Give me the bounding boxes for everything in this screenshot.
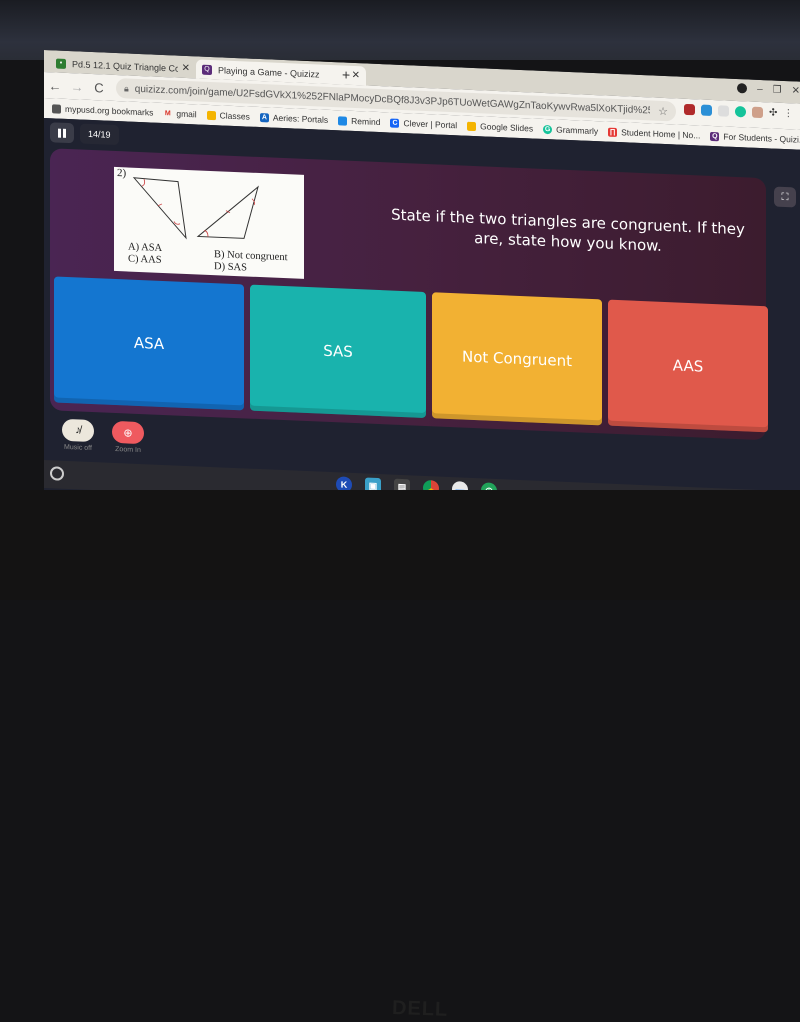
- close-icon[interactable]: ✕: [352, 70, 360, 81]
- quizizz-page: 14/19 ⛶ 2) A) ASA B) Not congruent C) AA…: [44, 118, 800, 522]
- minimize-icon[interactable]: –: [757, 84, 763, 95]
- option-d: D) SAS: [214, 261, 247, 274]
- zoom-in-control: ⊕ Zoom In: [112, 420, 144, 455]
- background-top: [0, 0, 800, 60]
- option-a: A) ASA: [128, 241, 163, 254]
- bookmark-mypusd[interactable]: mypusd.org bookmarks: [52, 103, 154, 118]
- bookmark-google-slides[interactable]: Google Slides: [467, 121, 534, 134]
- laptop-bezel: DELL: [0, 490, 800, 1021]
- answer-asa[interactable]: ASA: [54, 276, 244, 411]
- extension-icon[interactable]: [752, 106, 763, 119]
- student-home-icon: ∏: [608, 127, 618, 137]
- zoom-in-icon: ⊕: [123, 426, 133, 440]
- answer-label: ASA: [133, 333, 165, 354]
- music-off-control: ♪̸ Music off: [62, 418, 94, 453]
- pause-button[interactable]: [50, 122, 74, 144]
- bookmark-grammarly[interactable]: G Grammarly: [543, 124, 598, 136]
- bookmark-label: Clever | Portal: [403, 118, 458, 131]
- aeries-icon: A: [259, 112, 269, 122]
- grammarly-icon: G: [543, 124, 553, 134]
- answer-label: AAS: [672, 356, 704, 376]
- angle-mark: [141, 179, 146, 187]
- launcher-button[interactable]: [50, 466, 64, 481]
- bookmark-label: gmail: [176, 108, 197, 120]
- question-text: State if the two triangles are congruent…: [391, 205, 745, 255]
- dell-logo: DELL: [391, 997, 449, 1021]
- classroom-icon: [206, 110, 216, 120]
- extension-icon[interactable]: [701, 104, 712, 116]
- question-number: 2): [117, 167, 127, 180]
- music-off-icon: ♪̸: [75, 424, 81, 437]
- folder-icon: [52, 103, 61, 114]
- bookmark-label: Remind: [351, 115, 381, 128]
- close-window-icon[interactable]: ✕: [792, 85, 800, 96]
- question-image: 2) A) ASA B) Not congruent C) AAS D) SAS: [114, 166, 304, 279]
- triangle-left: [132, 177, 187, 240]
- restore-icon[interactable]: ❐: [773, 85, 782, 96]
- reload-button[interactable]: C: [88, 79, 110, 95]
- gmail-icon: M: [164, 109, 171, 117]
- bookmark-for-students-quizizz[interactable]: Q For Students - Quizi...: [710, 131, 800, 145]
- back-button[interactable]: ←: [44, 78, 66, 94]
- angle-mark: [173, 221, 181, 225]
- profile-icon[interactable]: [737, 83, 748, 94]
- bookmark-star-icon[interactable]: ☆: [658, 104, 668, 117]
- new-tab-button[interactable]: +: [342, 66, 350, 82]
- bookmark-label: Google Slides: [480, 121, 534, 134]
- bookmark-aeries[interactable]: A Aeries: Portals: [259, 112, 329, 125]
- answer-aas[interactable]: AAS: [608, 299, 768, 433]
- answer-options: ASA SAS Not Congruent AAS: [54, 276, 768, 434]
- answer-not-congruent[interactable]: Not Congruent: [432, 292, 602, 426]
- remind-icon: [338, 115, 348, 126]
- clever-icon: C: [390, 118, 400, 128]
- puzzle-icon[interactable]: ✣: [769, 107, 777, 118]
- zoom-in-button[interactable]: ⊕: [112, 420, 144, 445]
- close-icon[interactable]: ✕: [182, 63, 190, 74]
- fullscreen-button[interactable]: ⛶: [774, 186, 796, 208]
- answer-sas[interactable]: SAS: [250, 284, 426, 419]
- fullscreen-icon: ⛶: [781, 191, 789, 203]
- bookmark-label: mypusd.org bookmarks: [65, 103, 154, 118]
- bookmark-gmail[interactable]: Mgmail: [163, 108, 197, 120]
- question-progress: 14/19: [80, 123, 119, 146]
- bookmark-label: Aeries: Portals: [272, 112, 329, 125]
- grammarly-extension-icon[interactable]: [735, 105, 746, 118]
- bookmark-remind[interactable]: Remind: [338, 115, 380, 127]
- question-card: ⛶ 2) A) ASA B) Not congruent C) AAS D) S…: [50, 148, 796, 441]
- quizizz-icon: Q: [710, 131, 720, 141]
- zoom-in-label: Zoom In: [115, 445, 141, 455]
- tab-title: Playing a Game - Quizizz: [218, 64, 320, 80]
- tab-title: Pd.5 12.1 Quiz Triangle Congrue: [72, 58, 178, 74]
- lock-icon: 🔒︎: [124, 82, 129, 94]
- music-off-label: Music off: [64, 443, 92, 453]
- bookmark-label: For Students - Quizi...: [723, 131, 800, 145]
- option-c: C) AAS: [128, 253, 162, 266]
- forward-button[interactable]: →: [66, 78, 88, 95]
- bookmark-clever[interactable]: C Clever | Portal: [390, 118, 458, 131]
- music-off-button[interactable]: ♪̸: [62, 418, 94, 443]
- answer-label: SAS: [323, 341, 353, 361]
- pause-icon: [58, 128, 61, 138]
- bookmark-label: Classes: [219, 110, 250, 122]
- tick-mark: [157, 203, 163, 207]
- google-classroom-icon: ▪: [56, 58, 66, 69]
- bookmark-classes[interactable]: Classes: [206, 110, 250, 122]
- bookmark-label: Grammarly: [556, 124, 599, 137]
- pause-icon: [63, 128, 66, 138]
- bookmark-label: Student Home | No...: [621, 127, 701, 141]
- extension-icon[interactable]: [718, 105, 729, 117]
- answer-label: Not Congruent: [461, 347, 573, 371]
- menu-dots-icon[interactable]: ⋮: [783, 108, 793, 119]
- bookmark-student-home[interactable]: ∏ Student Home | No...: [608, 127, 700, 141]
- extension-icon[interactable]: [684, 103, 695, 116]
- triangles-diagram: [132, 177, 259, 240]
- laptop-screen: ▪ Pd.5 12.1 Quiz Triangle Congrue ✕ Q Pl…: [44, 50, 800, 522]
- slides-icon: [467, 121, 477, 131]
- extensions-area: ✣ ⋮: [684, 103, 793, 119]
- quizizz-icon: Q: [202, 64, 212, 75]
